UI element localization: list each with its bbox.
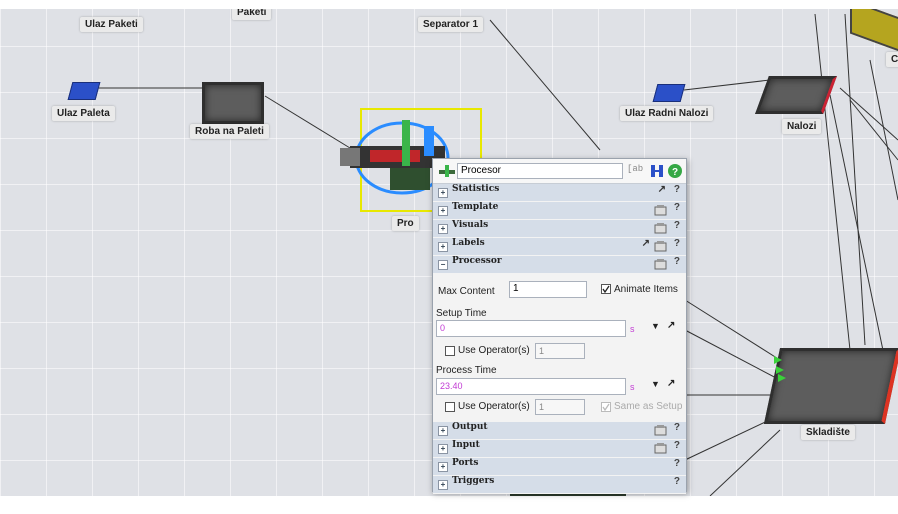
section-label: Processor <box>452 256 502 266</box>
dropper-icon[interactable]: ↗ <box>658 184 666 195</box>
section-statistics[interactable]: + Statistics ↗ ? <box>433 184 686 202</box>
quick-properties-panel: Procesor [ab ? + Statistics ↗ ? + Templa… <box>432 158 687 494</box>
process-time-label: Process Time <box>436 365 497 376</box>
text-format-icon[interactable]: [ab <box>627 164 643 174</box>
template-icon[interactable] <box>654 240 667 252</box>
section-help-icon[interactable]: ? <box>674 440 680 451</box>
process-time-field[interactable]: 23.40 <box>436 378 626 395</box>
section-help-icon[interactable]: ? <box>674 184 680 195</box>
section-help-icon[interactable]: ? <box>674 238 680 249</box>
section-input[interactable]: + Input ? <box>433 440 686 458</box>
section-output[interactable]: + Output ? <box>433 422 686 440</box>
section-labels[interactable]: + Labels ↗ ? <box>433 238 686 256</box>
process-dropdown-icon[interactable]: ▼ <box>651 379 660 389</box>
template-icon[interactable] <box>654 222 667 234</box>
node-label-separator[interactable]: Separator 1 <box>418 17 484 32</box>
panel-header: Procesor [ab ? <box>433 159 686 184</box>
setup-operators-count-field[interactable]: 1 <box>535 343 585 359</box>
node-label-ulaz-radni-nalozi[interactable]: Ulaz Radni Nalozi <box>620 106 714 121</box>
same-as-setup-checkbox[interactable] <box>601 402 611 412</box>
setup-use-operators-checkbox[interactable] <box>445 346 455 356</box>
expand-icon[interactable]: + <box>438 188 448 198</box>
node-label-partial[interactable]: C <box>886 52 898 67</box>
section-label: Visuals <box>452 220 489 230</box>
section-label: Triggers <box>452 476 495 486</box>
section-label: Statistics <box>452 184 500 194</box>
template-icon[interactable] <box>654 424 667 436</box>
same-as-setup-label: Same as Setup <box>614 401 683 412</box>
section-help-icon[interactable]: ? <box>674 476 680 487</box>
processor-section-body: Max Content 1 Animate Items Setup Time 0… <box>433 274 686 422</box>
setup-dropper-icon[interactable]: ↗ <box>667 320 675 331</box>
process-dropper-icon[interactable]: ↗ <box>667 378 675 389</box>
template-icon[interactable] <box>654 258 667 270</box>
node-label-ulaz-paketi[interactable]: Ulaz Paketi <box>80 17 143 32</box>
queue-nalozi[interactable] <box>755 76 837 114</box>
process-use-operators-label: Use Operator(s) <box>458 401 530 412</box>
processor-object-icon <box>439 165 455 177</box>
template-icon[interactable] <box>654 442 667 454</box>
animate-items-label: Animate Items <box>614 284 678 295</box>
node-label-roba-na-paleti[interactable]: Roba na Paleti <box>190 124 269 139</box>
setup-use-operators-label: Use Operator(s) <box>458 345 530 356</box>
setup-time-label: Setup Time <box>436 308 487 319</box>
section-ports[interactable]: + Ports ? <box>433 458 686 476</box>
process-operators-count-field[interactable]: 1 <box>535 399 585 415</box>
source-ulaz-paleta[interactable] <box>67 82 101 100</box>
section-visuals[interactable]: + Visuals ? <box>433 220 686 238</box>
setup-dropdown-icon[interactable]: ▼ <box>651 321 660 331</box>
expand-icon[interactable]: + <box>438 426 448 436</box>
section-help-icon[interactable]: ? <box>674 422 680 433</box>
max-content-field[interactable]: 1 <box>509 281 587 298</box>
section-label: Input <box>452 440 480 450</box>
expand-icon[interactable]: + <box>438 444 448 454</box>
expand-icon[interactable]: + <box>438 480 448 490</box>
help-icon[interactable]: ? <box>668 164 682 178</box>
node-label-ulaz-paleta[interactable]: Ulaz Paleta <box>52 106 115 121</box>
viewport-top-edge <box>0 0 898 9</box>
viewport-bottom-edge <box>0 496 898 514</box>
node-label-skladiste[interactable]: Skladište <box>801 425 855 440</box>
object-name-field[interactable]: Procesor <box>457 163 623 179</box>
setup-time-field[interactable]: 0 <box>436 320 626 337</box>
section-triggers[interactable]: + Triggers ? <box>433 476 686 494</box>
queue-roba-na-paleti[interactable] <box>202 82 264 124</box>
max-content-label: Max Content <box>438 286 495 297</box>
process-use-operators-checkbox[interactable] <box>445 402 455 412</box>
tree-view-icon[interactable] <box>650 164 664 178</box>
expand-icon[interactable]: + <box>438 242 448 252</box>
input-port-arrows <box>774 356 786 382</box>
section-processor[interactable]: − Processor ? <box>433 256 686 274</box>
section-template[interactable]: + Template ? <box>433 202 686 220</box>
section-help-icon[interactable]: ? <box>674 202 680 213</box>
node-label-procesor[interactable]: Pro <box>392 216 419 231</box>
process-time-unit: s <box>630 382 635 392</box>
dropper-icon[interactable]: ↗ <box>642 238 650 249</box>
source-ulaz-radni-nalozi[interactable] <box>652 84 686 102</box>
section-label: Labels <box>452 238 485 248</box>
section-label: Output <box>452 422 488 432</box>
svg-text:?: ? <box>672 167 678 178</box>
template-icon[interactable] <box>654 204 667 216</box>
animate-items-checkbox[interactable] <box>601 284 611 294</box>
section-help-icon[interactable]: ? <box>674 256 680 267</box>
section-label: Template <box>452 202 499 212</box>
setup-time-unit: s <box>630 324 635 334</box>
section-help-icon[interactable]: ? <box>674 220 680 231</box>
node-label-nalozi[interactable]: Nalozi <box>782 119 822 134</box>
expand-icon[interactable]: + <box>438 462 448 472</box>
section-label: Ports <box>452 458 479 468</box>
section-help-icon[interactable]: ? <box>674 458 680 469</box>
expand-icon[interactable]: + <box>438 224 448 234</box>
collapse-icon[interactable]: − <box>438 260 448 270</box>
expand-icon[interactable]: + <box>438 206 448 216</box>
